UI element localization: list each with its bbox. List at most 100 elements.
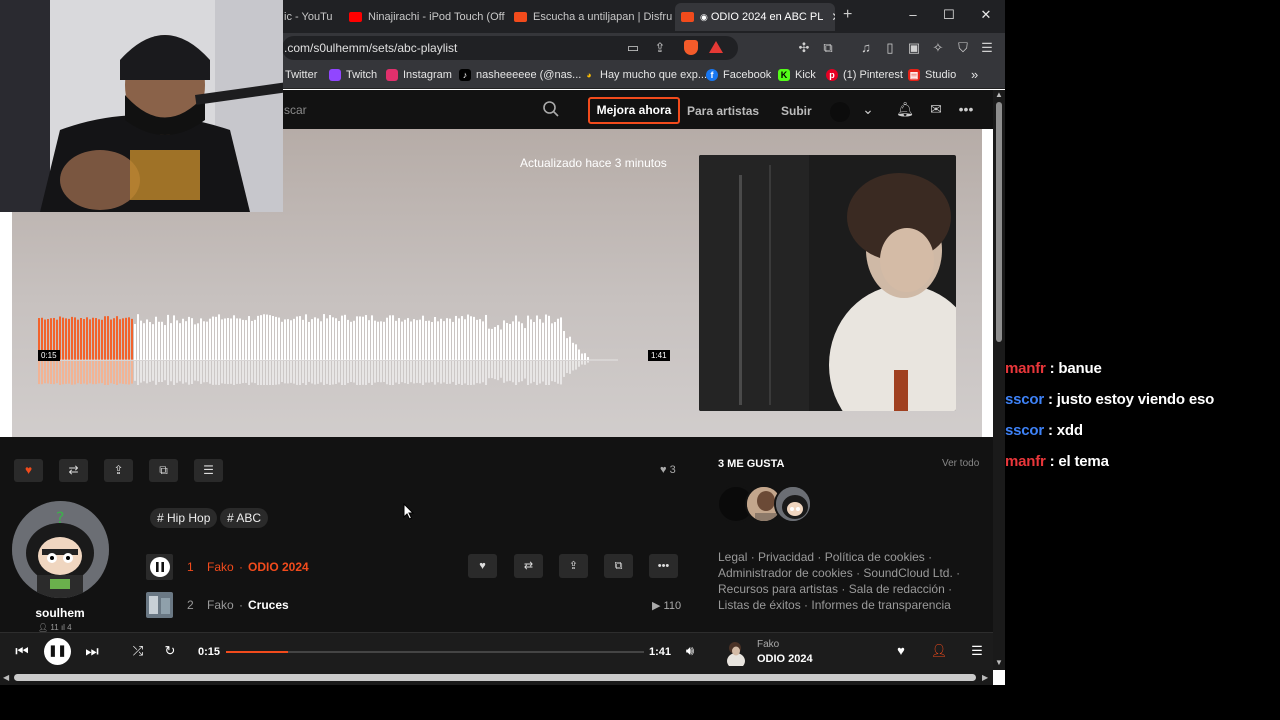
menu-icon[interactable]: ☰	[978, 40, 996, 56]
tab-youtube-1[interactable]: ic - YouTu	[282, 3, 340, 31]
previous-track-icon[interactable]: ⏮︎	[11, 643, 33, 660]
scroll-left-arrow-icon[interactable]: ◀	[3, 673, 9, 682]
shuffle-icon[interactable]: ⤮	[127, 643, 149, 659]
notifications-bell-icon[interactable]: 🔔︎	[896, 101, 914, 118]
brave-shields-icon[interactable]	[684, 40, 698, 55]
search-icon[interactable]	[542, 100, 560, 118]
bookmark-facebook[interactable]: f Facebook	[706, 69, 771, 81]
add-to-next-up-button[interactable]: ☰	[194, 459, 223, 482]
maximize-button[interactable]: ☐	[939, 7, 959, 23]
close-window-button[interactable]: ✕	[976, 7, 996, 23]
wallet-icon[interactable]: ▣	[905, 40, 923, 56]
upgrade-button[interactable]: Mejora ahora	[588, 97, 680, 124]
track-share-button[interactable]: ⇪	[559, 554, 588, 578]
share-icon[interactable]: ⇪	[651, 40, 669, 56]
footer-link-artist-resources[interactable]: Recursos para artistas	[718, 582, 838, 596]
bookmark-tiktok[interactable]: ♪ nasheeeeee (@nas...	[459, 69, 581, 81]
bookmark-google[interactable]: ◕ Hay mucho que exp...	[583, 69, 707, 81]
user-name[interactable]: soulhem	[0, 606, 120, 620]
next-up-queue-icon[interactable]: ☰	[966, 643, 988, 659]
track-row[interactable]: 2 Fako · Cruces	[146, 590, 686, 620]
screenshot-icon[interactable]: ⧉	[819, 40, 837, 56]
player-thumbnail[interactable]	[718, 639, 745, 666]
minimize-button[interactable]: –	[903, 7, 923, 22]
player-progress-bar[interactable]	[226, 651, 644, 653]
waveform-bar	[125, 317, 127, 360]
bookmark-pinterest[interactable]: p (1) Pinterest	[826, 69, 903, 81]
waveform-reflection-bar	[584, 361, 586, 365]
track-more-button[interactable]: •••	[649, 554, 678, 578]
track-thumbnail[interactable]	[146, 592, 173, 618]
track-like-button[interactable]: ♥	[468, 554, 497, 578]
brave-rewards-icon[interactable]	[709, 41, 723, 53]
track-thumbnail[interactable]	[146, 554, 173, 580]
player-title[interactable]: ODIO 2024	[757, 653, 813, 665]
leo-ai-icon[interactable]: ✧	[929, 40, 947, 56]
vertical-scroll-thumb[interactable]	[996, 102, 1002, 342]
waveform[interactable]	[38, 307, 618, 385]
scroll-down-arrow-icon[interactable]: ▼	[995, 658, 1003, 667]
tab-soundcloud-1[interactable]: Escucha a untiljapan | Disfruta	[508, 3, 672, 31]
scroll-right-arrow-icon[interactable]: ▶	[982, 673, 988, 682]
footer-link-privacy[interactable]: Privacidad	[758, 550, 814, 564]
tag-abc[interactable]: # ABC	[220, 508, 269, 528]
for-artists-link[interactable]: Para artistas	[687, 104, 759, 118]
track-artist[interactable]: Fako	[207, 560, 234, 574]
chevron-down-icon[interactable]: ⌄	[859, 101, 877, 118]
footer-link-legal[interactable]: Legal	[718, 550, 747, 564]
tab-youtube-2[interactable]: Ninajirachi - iPod Touch (Offic	[343, 3, 505, 31]
address-bar[interactable]: .com/s0ulhemm/sets/abc-playlist	[282, 36, 738, 60]
bookmark-twitter[interactable]: Twitter	[285, 69, 317, 81]
repost-button[interactable]: ⇄	[59, 459, 88, 482]
bookmark-instagram[interactable]: Instagram	[386, 69, 452, 81]
bookmark-kick[interactable]: K Kick	[778, 69, 816, 81]
avatar[interactable]	[830, 102, 850, 122]
footer-link-newsroom[interactable]: Sala de redacción	[849, 582, 945, 596]
bookmark-twitch[interactable]: Twitch	[329, 69, 377, 81]
view-all-link[interactable]: Ver todo	[942, 458, 979, 469]
footer-link-cookie-policy[interactable]: Política de cookies	[825, 550, 925, 564]
footer-link-cookie-manager[interactable]: Administrador de cookies	[718, 566, 853, 580]
track-row[interactable]: 1 Fako · ODIO 2024 ♥ ⇄ ⇪ ⧉ •••	[146, 552, 686, 582]
more-bookmarks-button[interactable]: »	[971, 67, 978, 82]
player-artist[interactable]: Fako	[757, 639, 779, 650]
bookmark-studio[interactable]: ▤ Studio	[908, 69, 956, 81]
tab-soundcloud-active[interactable]: ◉ ODIO 2024 en ABC PL ✕	[675, 3, 835, 31]
more-options-icon[interactable]: •••	[957, 101, 975, 117]
upload-link[interactable]: Subir	[781, 104, 812, 118]
share-button[interactable]: ⇪	[104, 459, 133, 482]
track-artist[interactable]: Fako	[207, 598, 234, 612]
vertical-scrollbar[interactable]: ▲ ▼	[993, 90, 1005, 670]
follow-user-icon[interactable]: 👤︎	[928, 643, 950, 659]
messages-mail-icon[interactable]: ✉	[927, 101, 945, 118]
copy-link-button[interactable]: ⧉	[149, 459, 178, 482]
waveform-reflection-bar	[50, 361, 52, 384]
horizontal-scrollbar[interactable]: ◀ ▶	[0, 670, 993, 685]
footer-link-company[interactable]: SoundCloud Ltd.	[863, 566, 952, 580]
footer-link-transparency[interactable]: Informes de transparencia	[811, 598, 950, 612]
new-tab-button[interactable]: +	[843, 6, 852, 24]
cast-icon[interactable]: ▭	[624, 40, 642, 56]
search-input[interactable]: scar	[284, 103, 307, 117]
next-track-icon[interactable]: ⏭︎	[81, 643, 103, 660]
repeat-icon[interactable]: ↻	[159, 643, 181, 659]
track-title[interactable]: Cruces	[248, 598, 289, 612]
horizontal-scroll-thumb[interactable]	[14, 674, 976, 681]
liker-avatar[interactable]	[774, 485, 812, 523]
volume-icon[interactable]: 🔊︎	[679, 643, 701, 659]
track-copy-link-button[interactable]: ⧉	[604, 554, 633, 578]
vpn-icon[interactable]: ⛉	[954, 40, 972, 56]
like-button[interactable]: ♥	[14, 459, 43, 482]
extensions-icon[interactable]: ✣	[795, 40, 813, 56]
sidebar-icon[interactable]: ▯	[881, 40, 899, 56]
footer-link-charts[interactable]: Listas de éxitos	[718, 598, 801, 612]
close-tab-icon[interactable]: ✕	[831, 10, 835, 24]
scroll-up-arrow-icon[interactable]: ▲	[995, 90, 1003, 99]
track-repost-button[interactable]: ⇄	[514, 554, 543, 578]
media-icon[interactable]: ♫	[857, 40, 875, 55]
track-title[interactable]: ODIO 2024	[248, 560, 309, 574]
user-avatar[interactable]: ?	[12, 501, 109, 598]
pause-button[interactable]: ❚❚	[44, 638, 71, 665]
player-like-icon[interactable]: ♥	[890, 643, 912, 658]
tag-hip-hop[interactable]: # Hip Hop	[150, 508, 218, 528]
